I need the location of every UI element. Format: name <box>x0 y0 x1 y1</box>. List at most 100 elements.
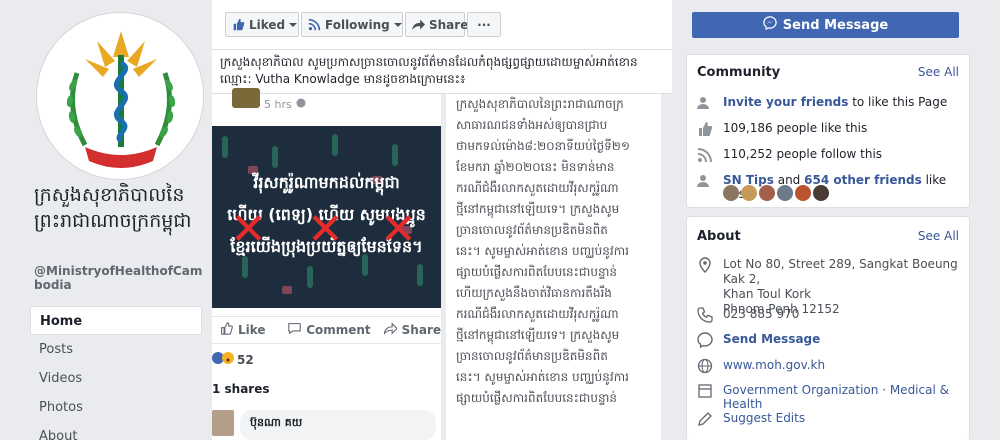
text-post-line: ក្រសួងសុខាភិបាលនៃព្រះរាជាណាចក្រ <box>456 97 624 111</box>
nav-item-posts[interactable]: Posts <box>30 335 202 364</box>
text-post-line: ថ្មីនៅកម្ពុជានៅឡើយទេ។ ក្រសួងសូម <box>456 328 620 342</box>
page-handle[interactable]: @MinistryofHealthofCambodia <box>34 264 206 292</box>
nav-item-videos[interactable]: Videos <box>30 364 202 393</box>
messenger-icon <box>697 332 713 349</box>
follows-count-text: 110,252 people follow this <box>723 147 883 161</box>
share-post-button[interactable]: Share <box>383 322 441 338</box>
share-page-button[interactable]: Share <box>405 12 469 37</box>
address-line-1[interactable]: Lot No 80, Street 289, Sangkat Boeung Ka… <box>723 257 958 286</box>
more-options-button[interactable]: ··· <box>467 12 501 37</box>
invite-friends-row: Invite your friends to like this Page <box>697 95 947 111</box>
community-title: Community <box>697 65 781 80</box>
category-government-link[interactable]: Government Organization <box>723 383 878 397</box>
pencil-icon <box>697 411 713 427</box>
likes-count-text: 109,186 people like this <box>723 121 868 135</box>
community-card: Community See All Invite your friends to… <box>686 54 970 208</box>
comment-button[interactable]: Comment <box>288 322 383 338</box>
share-label: Share <box>429 17 469 32</box>
category-tag-icon <box>697 383 713 399</box>
text-post-line: នេះ។ សូមម្ចាស់អាត់ខោន បញ្ឈប់នូវការ <box>456 370 629 384</box>
nav-item-about[interactable]: About <box>30 422 202 440</box>
text-post-line: នេះ។ សូមម្ចាស់អាត់ខោន បញ្ឈប់នូវការ <box>456 244 629 258</box>
phone-number[interactable]: 023 885 970 <box>723 307 799 321</box>
messenger-icon <box>763 16 777 34</box>
text-post-line: ករណីជំងឺរលាកសួតដោយវីរុសកូរ៉ូណា <box>456 181 619 195</box>
address-line-2[interactable]: Khan Toul Kork <box>723 287 811 301</box>
people-icon <box>697 173 713 189</box>
friend-avatar[interactable] <box>795 185 811 201</box>
text-post-line: ថ្មីនៅកម្ពុជានៅឡើយទេ។ ក្រសួងសូម <box>456 202 620 216</box>
thumbs-up-icon <box>232 18 245 31</box>
like-button[interactable]: Like <box>220 322 288 338</box>
invite-friends-link[interactable]: Invite your friends <box>723 95 848 109</box>
share-arrow-icon <box>383 322 398 338</box>
page-name[interactable]: ក្រសួងសុខាភិបាលនៃព្រះរាជាណាចក្រកម្ពុជា <box>34 182 206 234</box>
text-post-card: ក្រសួងសុខាភិបាលនៃព្រះរាជាណាចក្រ សាធារណជន… <box>446 94 661 440</box>
friend-avatar[interactable] <box>777 185 793 201</box>
follows-row: 110,252 people follow this <box>697 147 882 163</box>
reactions-count: 52 <box>237 352 254 367</box>
text-post-line: ច្រានចោលនូវព័ត៌មានប្រឌិតមិនពិត <box>456 349 608 363</box>
comment-label: Comment <box>306 323 371 337</box>
website-row: www.moh.gov.kh <box>697 358 825 374</box>
invite-friends-suffix: to like this Page <box>848 95 948 109</box>
friends-avatars <box>723 185 829 201</box>
page-action-bar: Liked Following Share ··· <box>212 0 672 50</box>
post-author-avatar[interactable] <box>232 88 260 108</box>
comment-item: ប៊ុនណា គយ <box>212 410 441 440</box>
red-x-mark-icon: ✕ <box>307 204 344 255</box>
text-post-line: ផ្សាយបំផ្លើសការពិតបែបនេះជាបន្ទាន់ <box>456 391 618 405</box>
friend-avatar[interactable] <box>759 185 775 201</box>
wow-reaction-icon <box>222 352 234 367</box>
suggest-edits-link[interactable]: Suggest Edits <box>723 411 805 425</box>
commenter-avatar[interactable] <box>212 410 234 436</box>
send-message-button[interactable]: Send Message <box>692 12 959 38</box>
following-button[interactable]: Following <box>301 12 403 37</box>
liked-button[interactable]: Liked <box>225 12 299 37</box>
reactions-summary[interactable]: 52 <box>212 352 254 367</box>
comment-bubble-icon <box>288 322 301 338</box>
post-image-caption-1: វីរុសកូរ៉ូណាមកដល់កម្ពុជា <box>253 173 400 192</box>
nav-item-photos[interactable]: Photos <box>30 393 202 422</box>
profile-picture[interactable] <box>36 12 204 180</box>
following-label: Following <box>325 17 390 32</box>
like-label: Like <box>238 323 266 337</box>
about-see-all-link[interactable]: See All <box>918 229 959 243</box>
category-separator: · <box>878 383 890 397</box>
community-see-all-link[interactable]: See All <box>918 65 959 79</box>
about-send-message-link[interactable]: Send Message <box>723 332 820 346</box>
text-post-line: ករណីជំងឺរលាកសួតដោយវីរុសកូរ៉ូណា <box>456 307 619 321</box>
friend-avatar[interactable] <box>813 185 829 201</box>
about-card: About See All Lot No 80, Street 289, San… <box>686 216 970 440</box>
post-timestamp[interactable]: 5 hrs <box>264 98 306 111</box>
shares-count[interactable]: 1 shares <box>212 382 270 396</box>
text-post-line: ថាមកទល់ម៉ោង៨:២០នាទីយប់ថ្ងៃទី២១ <box>456 139 630 153</box>
rss-feed-icon <box>308 18 321 31</box>
about-title: About <box>697 229 741 244</box>
share-arrow-icon <box>412 18 425 31</box>
text-post-line: ខែមករា ឆ្នាំ២០២០នេះ មិនទាន់មាន <box>456 160 615 174</box>
send-message-row: Send Message <box>697 332 820 349</box>
category-row: Government Organization · Medical & Heal… <box>697 383 969 411</box>
rss-feed-icon <box>697 147 713 163</box>
text-post-body: ក្រសួងសុខាភិបាលនៃព្រះរាជាណាចក្រ សាធារណជន… <box>456 94 656 409</box>
red-x-mark-icon: ✕ <box>230 204 267 255</box>
website-link[interactable]: www.moh.gov.kh <box>723 358 825 372</box>
post-image[interactable]: វីរុសកូរ៉ូណាមកដល់កម្ពុជា ហើយ (ពេទ្យ) ហើយ… <box>212 126 441 308</box>
ministry-logo <box>37 13 203 179</box>
text-post-line: ផ្សាយបំផ្លើសការពិតបែបនេះជាបន្ទាន់ <box>456 265 618 279</box>
people-icon <box>697 95 713 111</box>
phone-row: 023 885 970 <box>697 307 799 323</box>
thumbs-up-icon <box>697 121 713 137</box>
chevron-down-icon <box>289 21 298 29</box>
likes-row: 109,186 people like this <box>697 121 867 137</box>
nav-item-home[interactable]: Home <box>30 306 202 335</box>
post-time: 5 hrs <box>264 98 292 111</box>
commenter-name[interactable]: ប៊ុនណា គយ <box>240 410 436 440</box>
suggest-edits-row: Suggest Edits <box>697 411 805 427</box>
text-post-line: ច្រានចោលនូវព័ត៌មានប្រឌិតមិនពិត <box>456 223 608 237</box>
friend-avatar[interactable] <box>723 185 739 201</box>
friend-avatar[interactable] <box>741 185 757 201</box>
post-action-row: Like Comment Share <box>212 316 441 344</box>
red-x-mark-icon: ✕ <box>380 204 417 255</box>
